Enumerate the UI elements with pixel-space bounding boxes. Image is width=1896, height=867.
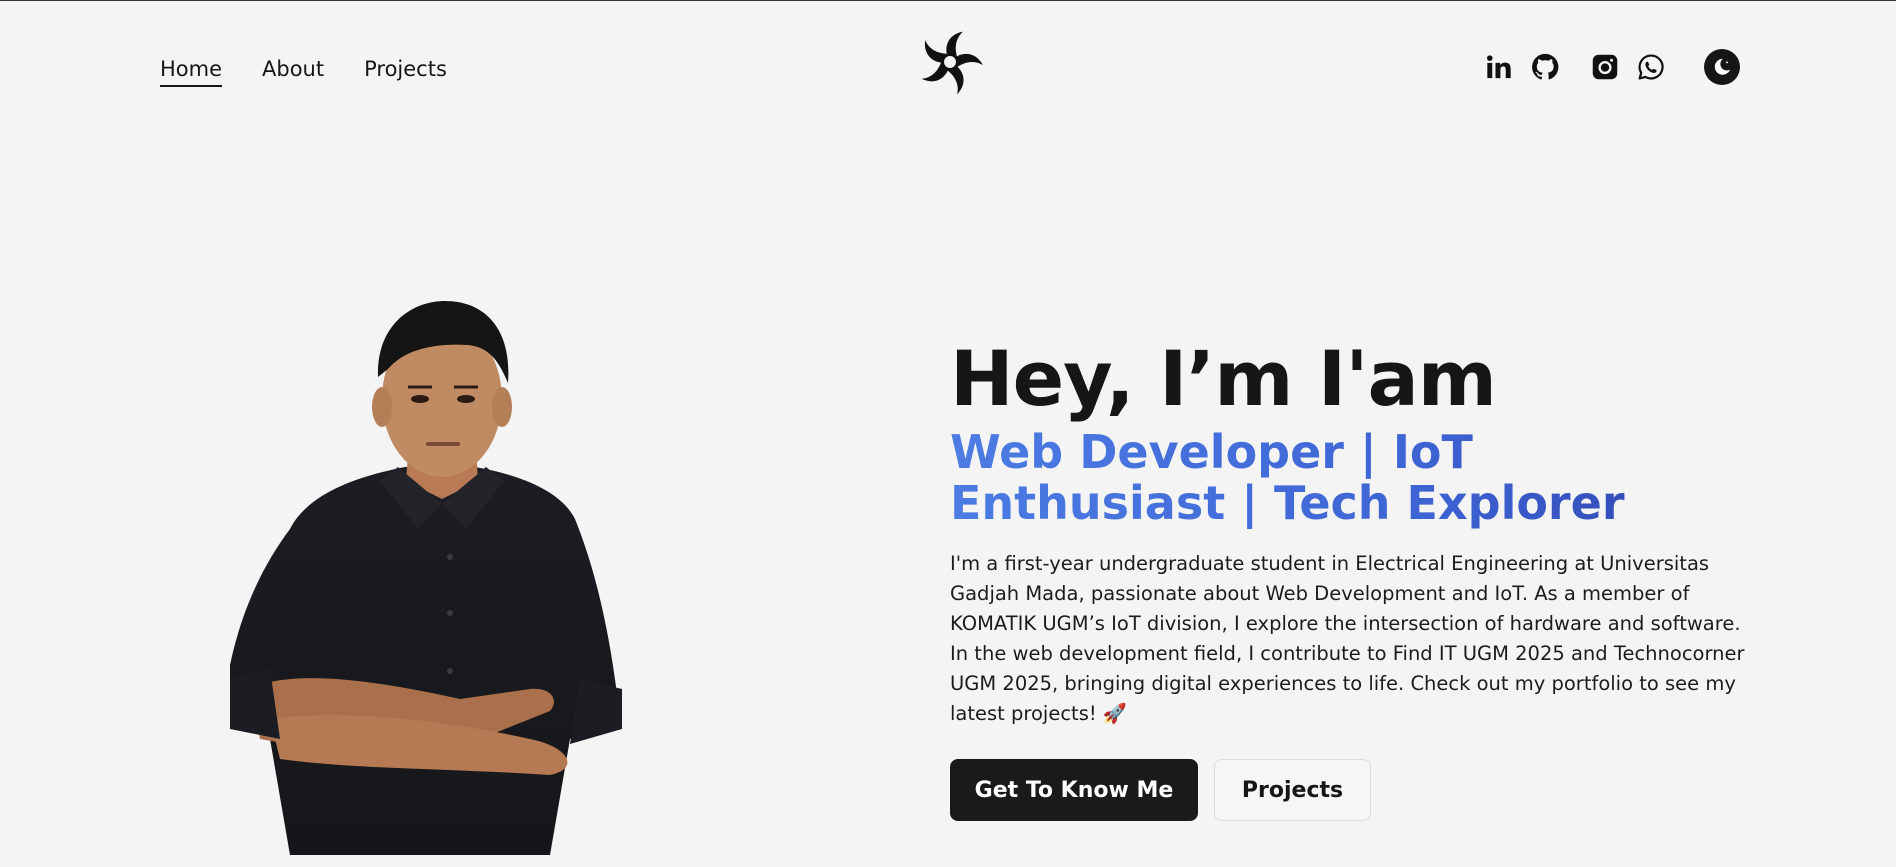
spiral-logo-icon[interactable] [917, 29, 983, 95]
hero-roles: Web Developer | IoT Enthusiast | Tech Ex… [950, 427, 1730, 529]
get-to-know-me-button[interactable]: Get To Know Me [950, 759, 1198, 821]
nav-projects-link[interactable]: Projects [364, 57, 447, 87]
whatsapp-icon[interactable] [1634, 50, 1668, 84]
moon-icon [1714, 58, 1731, 75]
hero-greeting: Hey, I’m I'am [950, 334, 1497, 423]
social-links [1482, 49, 1740, 85]
github-icon[interactable] [1528, 50, 1562, 84]
theme-toggle-button[interactable] [1704, 49, 1740, 85]
nav-home-link[interactable]: Home [160, 57, 223, 87]
profile-photo [222, 299, 650, 855]
nav-about-link[interactable]: About [262, 57, 324, 87]
home-page: Home About Projects Hey, I’m I'am Web De… [0, 0, 1896, 867]
projects-button[interactable]: Projects [1214, 759, 1371, 821]
linkedin-icon[interactable] [1482, 50, 1516, 84]
main-nav: Home About Projects [160, 57, 447, 87]
hero-section: Hey, I’m I'am Web Developer | IoT Enthus… [950, 337, 1750, 821]
instagram-icon[interactable] [1588, 50, 1622, 84]
hero-bio: I'm a first-year undergraduate student i… [950, 552, 1745, 725]
hero-buttons: Get To Know Me Projects [950, 759, 1750, 821]
